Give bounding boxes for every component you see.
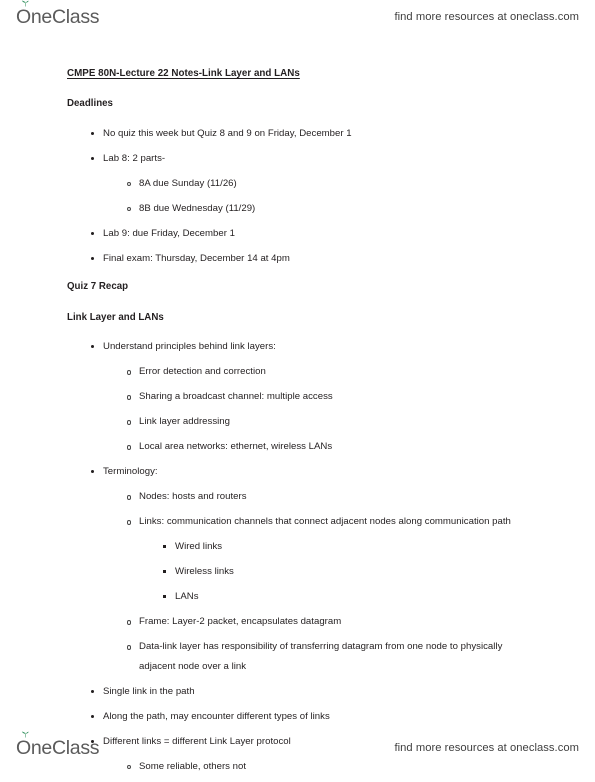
list-item-text: Links: communication channels that conne… (139, 516, 511, 527)
list-item-text: Wireless links (175, 566, 234, 577)
logo-text-first: O (16, 736, 31, 759)
list-item: Along the path, may encounter different … (90, 707, 537, 727)
list-item: Links: communication channels that conne… (126, 512, 537, 607)
document-page: O neClass find more resources at oneclas… (0, 0, 595, 772)
lab8-sublist: 8A due Sunday (11/26) 8B due Wednesday (… (126, 174, 537, 219)
list-item: Sharing a broadcast channel: multiple ac… (126, 387, 537, 407)
link-layer-list: Understand principles behind link layers… (90, 337, 537, 776)
logo-text-first: O (16, 5, 31, 28)
logo-text-rest: neClass (30, 736, 100, 759)
logo-o-letter: O (16, 0, 31, 29)
list-item: Wireless links (162, 562, 537, 582)
logo-text-rest: neClass (30, 5, 100, 28)
list-item: Wired links (162, 537, 537, 557)
section-heading-deadlines: Deadlines (67, 98, 113, 109)
list-item-text: Along the path, may encounter different … (103, 710, 330, 722)
list-item-text: LANs (175, 591, 199, 602)
link-types-sublist: Wired links Wireless links LANs (162, 537, 537, 607)
list-item: Frame: Layer-2 packet, encapsulates data… (126, 612, 537, 632)
list-item: Understand principles behind link layers… (90, 337, 537, 457)
list-item: Lab 8: 2 parts- 8A due Sunday (11/26) 8B… (90, 149, 537, 219)
list-item-text: Data-link layer has responsibility of tr… (139, 641, 503, 672)
footer-tagline: find more resources at oneclass.com (394, 742, 579, 754)
list-item-text: Error detection and correction (139, 366, 266, 377)
list-item-text: Sharing a broadcast channel: multiple ac… (139, 391, 333, 402)
list-item-text: Local area networks: ethernet, wireless … (139, 441, 333, 452)
list-item-text: Terminology: (103, 466, 158, 477)
list-item: 8A due Sunday (11/26) (126, 174, 537, 194)
list-item: Link layer addressing (126, 412, 537, 432)
list-item: Lab 9: due Friday, December 1 (90, 224, 537, 244)
list-item: LANs (162, 587, 537, 607)
list-item: Terminology: Nodes: hosts and routers Li… (90, 462, 537, 676)
header-tagline: find more resources at oneclass.com (394, 11, 579, 23)
list-item: Local area networks: ethernet, wireless … (126, 437, 537, 457)
document-content: CMPE 80N-Lecture 22 Notes-Link Layer and… (67, 63, 537, 782)
page-header: O neClass find more resources at oneclas… (0, 0, 595, 32)
list-item-text: Single link in the path (103, 685, 195, 697)
principles-sublist: Error detection and correction Sharing a… (126, 362, 537, 457)
terminology-sublist: Nodes: hosts and routers Links: communic… (126, 487, 537, 676)
list-item: No quiz this week but Quiz 8 and 9 on Fr… (90, 124, 537, 144)
list-item-text: Lab 9: due Friday, December 1 (103, 227, 235, 239)
list-item-text: Wired links (175, 541, 223, 552)
list-item: Single link in the path (90, 682, 537, 702)
list-item: Data-link layer has responsibility of tr… (126, 637, 537, 676)
section-heading-link-layer: Link Layer and LANs (67, 311, 164, 323)
list-item-text: Frame: Layer-2 packet, encapsulates data… (139, 616, 342, 627)
list-item-text: Understand principles behind link layers… (103, 341, 276, 352)
list-item-text: 8A due Sunday (11/26) (139, 177, 237, 189)
oneclass-logo-header: O neClass (16, 0, 100, 29)
list-item-text: Lab 8: 2 parts- (103, 152, 166, 164)
list-item-text: No quiz this week but Quiz 8 and 9 on Fr… (103, 127, 352, 139)
document-title: CMPE 80N-Lecture 22 Notes-Link Layer and… (67, 68, 300, 79)
list-item-text: Nodes: hosts and routers (139, 491, 247, 502)
list-item: Error detection and correction (126, 362, 537, 382)
list-item-text: 8B due Wednesday (11/29) (139, 202, 256, 214)
logo-o-letter: O (16, 731, 31, 760)
list-item: Nodes: hosts and routers (126, 487, 537, 507)
section-heading-quiz7-recap: Quiz 7 Recap (67, 281, 129, 292)
list-item: Final exam: Thursday, December 14 at 4pm (90, 249, 537, 269)
list-item-text: Final exam: Thursday, December 14 at 4pm (103, 252, 290, 264)
oneclass-logo-footer: O neClass (16, 731, 100, 760)
deadlines-list: No quiz this week but Quiz 8 and 9 on Fr… (90, 124, 537, 269)
list-item-text: Link layer addressing (139, 416, 230, 427)
list-item: 8B due Wednesday (11/29) (126, 199, 537, 219)
page-footer: O neClass find more resources at oneclas… (0, 731, 595, 763)
